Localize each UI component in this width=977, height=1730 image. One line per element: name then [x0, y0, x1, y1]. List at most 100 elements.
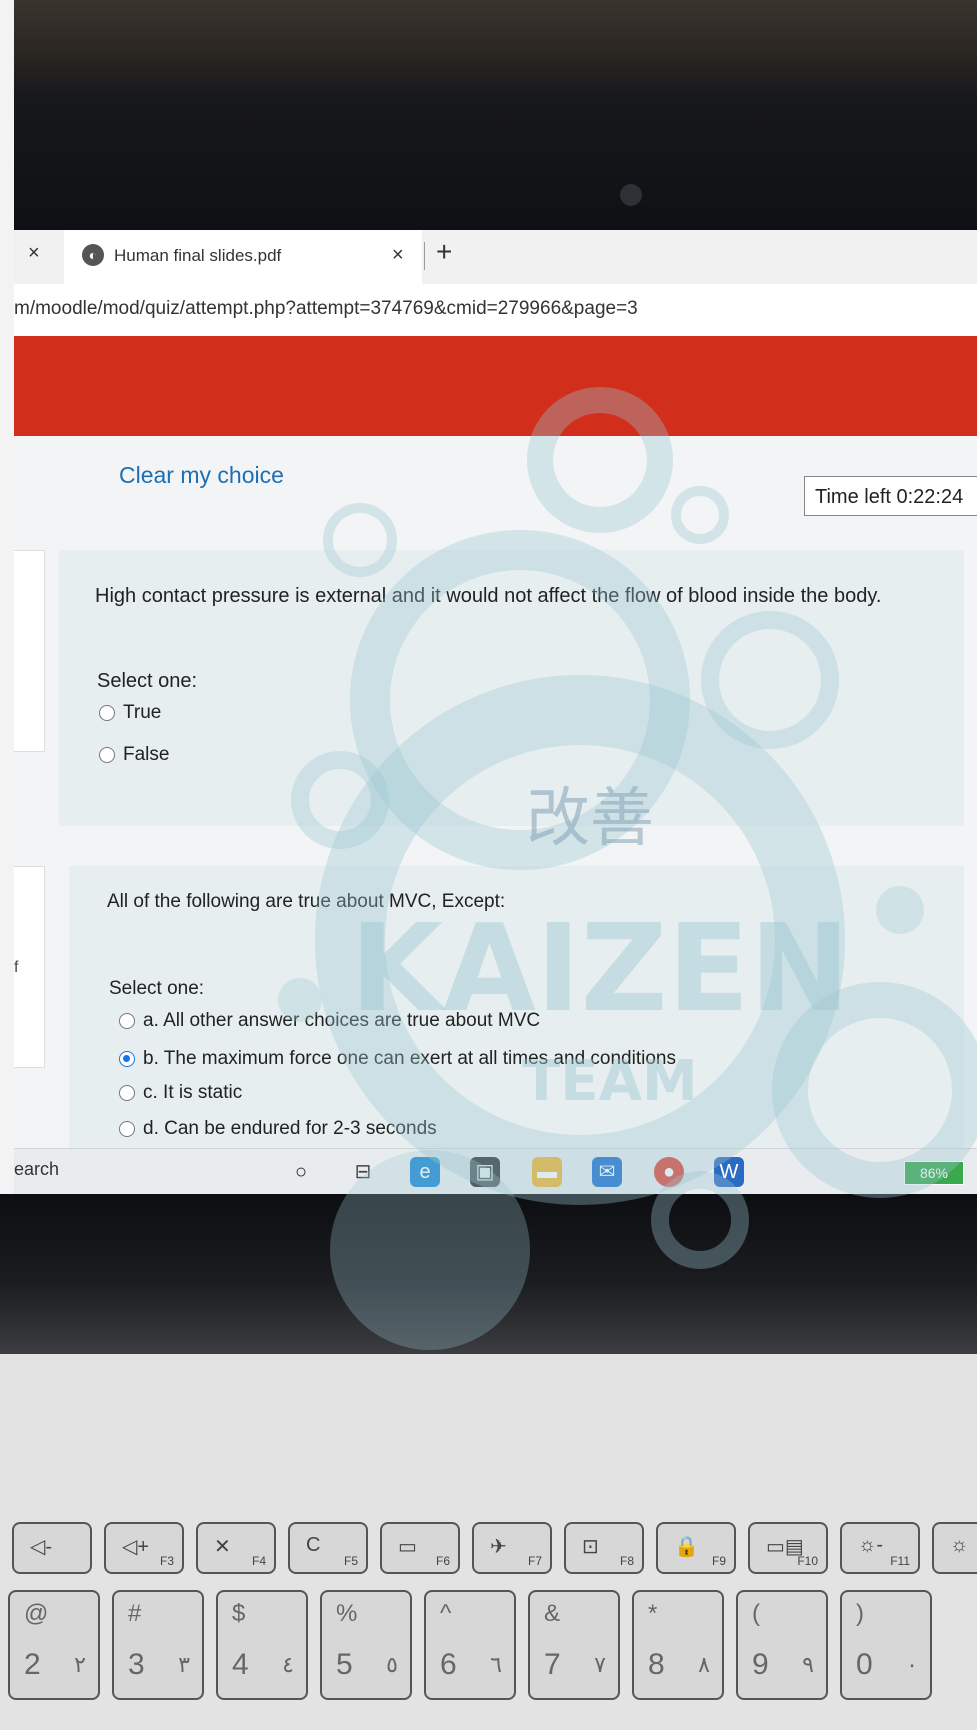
- function-key[interactable]: 🔒 F9: [656, 1522, 736, 1574]
- key-label: F7: [527, 1554, 542, 1568]
- function-key[interactable]: ⊡ F8: [564, 1522, 644, 1574]
- answer-option-b[interactable]: b. The maximum force one can exert at al…: [119, 1048, 676, 1070]
- tab-human-final-slides[interactable]: ◐ Human final slides.pdf ×: [64, 230, 422, 284]
- close-tab-icon[interactable]: ×: [392, 244, 404, 267]
- number-key[interactable]: ) 0 ٠: [840, 1590, 932, 1700]
- number-key[interactable]: % 5 ٥: [320, 1590, 412, 1700]
- key-label: 8: [648, 1648, 665, 1681]
- key-label: ٠: [906, 1652, 918, 1677]
- key-label: 0: [856, 1648, 873, 1681]
- function-key[interactable]: ✕ F4: [196, 1522, 276, 1574]
- chrome-icon[interactable]: ●: [654, 1157, 684, 1187]
- answer-option-c[interactable]: c. It is static: [119, 1082, 242, 1104]
- edge-icon[interactable]: e: [410, 1157, 440, 1187]
- windows-taskbar: earch ○ ⊟ e ▣ ▬ ✉ ● W 86%: [14, 1148, 977, 1195]
- key-label: ٦: [490, 1652, 502, 1677]
- answer-label: c. It is static: [143, 1082, 243, 1103]
- radio-button[interactable]: [99, 705, 115, 721]
- radio-button[interactable]: [99, 747, 115, 763]
- radio-button[interactable]: [119, 1121, 135, 1137]
- key-symbol: ✕: [214, 1536, 231, 1558]
- key-label: 4: [232, 1648, 249, 1681]
- key-label: 5: [336, 1648, 353, 1681]
- tab-divider: [424, 242, 425, 270]
- task-view-icon[interactable]: ⊟: [348, 1157, 378, 1187]
- browser-tab-bar: × ◐ Human final slides.pdf × +: [14, 230, 977, 284]
- key-label: &: [544, 1600, 561, 1627]
- function-key[interactable]: ◁+ F3: [104, 1522, 184, 1574]
- number-key[interactable]: ^ 6 ٦: [424, 1590, 516, 1700]
- key-label: 7: [544, 1648, 561, 1681]
- number-key[interactable]: $4 ٤: [216, 1590, 308, 1700]
- mail-icon[interactable]: ✉: [592, 1157, 622, 1187]
- function-key[interactable]: ▭▤ F10: [748, 1522, 828, 1574]
- key-label: *: [648, 1600, 658, 1627]
- key-label: ٩: [802, 1652, 814, 1677]
- key-label: #: [128, 1600, 142, 1627]
- tab-title: Human final slides.pdf: [114, 246, 282, 265]
- answer-label: d. Can be endured for 2-3 seconds: [143, 1118, 437, 1139]
- answer-label: b. The maximum force one can exert at al…: [143, 1048, 676, 1069]
- taskbar-search-box[interactable]: earch: [14, 1159, 59, 1180]
- store-icon[interactable]: ▣: [470, 1157, 500, 1187]
- question-text: All of the following are true about MVC,…: [107, 891, 506, 912]
- question-card: High contact pressure is external and it…: [59, 550, 964, 826]
- word-icon[interactable]: W: [714, 1157, 744, 1187]
- close-tab-icon[interactable]: ×: [28, 242, 40, 265]
- function-key[interactable]: C F5: [288, 1522, 368, 1574]
- laptop-top-bezel: [0, 0, 977, 245]
- key-label: 9: [752, 1648, 769, 1681]
- key-label: F6: [435, 1554, 450, 1568]
- answer-option-d[interactable]: d. Can be endured for 2-3 seconds: [119, 1118, 437, 1140]
- answer-label: False: [123, 744, 170, 765]
- key-symbol: ◁+: [122, 1536, 150, 1558]
- new-tab-button[interactable]: +: [436, 236, 452, 268]
- answer-label: a. All other answer choices are true abo…: [143, 1010, 541, 1031]
- select-one-label: Select one:: [97, 670, 198, 692]
- function-key[interactable]: ☼- F11: [840, 1522, 920, 1574]
- key-label: ٣: [178, 1652, 190, 1677]
- number-key[interactable]: @2 ٢: [8, 1590, 100, 1700]
- key-label: F3: [159, 1554, 174, 1568]
- key-label: ٢: [74, 1652, 86, 1677]
- battery-indicator[interactable]: 86%: [904, 1161, 964, 1185]
- function-key[interactable]: ▭ F6: [380, 1522, 460, 1574]
- radio-button-selected[interactable]: [119, 1051, 135, 1067]
- url-text[interactable]: m/moodle/mod/quiz/attempt.php?attempt=37…: [14, 298, 638, 320]
- select-one-label: Select one:: [109, 978, 205, 999]
- key-symbol: ▭: [398, 1536, 417, 1558]
- file-explorer-icon[interactable]: ▬: [532, 1157, 562, 1187]
- address-bar[interactable]: m/moodle/mod/quiz/attempt.php?attempt=37…: [14, 284, 977, 337]
- number-key[interactable]: * 8 ٨: [632, 1590, 724, 1700]
- number-key[interactable]: #3 ٣: [112, 1590, 204, 1700]
- key-symbol: 🔒: [674, 1536, 699, 1558]
- number-key[interactable]: & 7 ٧: [528, 1590, 620, 1700]
- key-label: F4: [251, 1554, 266, 1568]
- function-key[interactable]: ◁-: [12, 1522, 92, 1574]
- answer-option-false[interactable]: False: [99, 744, 169, 766]
- answer-label: True: [123, 702, 162, 723]
- key-label: $: [232, 1600, 246, 1627]
- answer-option-a[interactable]: a. All other answer choices are true abo…: [119, 1010, 540, 1032]
- key-label: ^: [440, 1600, 452, 1627]
- key-label: F9: [711, 1554, 726, 1568]
- key-symbol: ☼-: [858, 1534, 883, 1556]
- quiz-timer: Time left 0:22:24: [804, 476, 977, 516]
- question-info-box: f: [14, 866, 45, 1068]
- radio-button[interactable]: [119, 1085, 135, 1101]
- key-label: ٨: [698, 1652, 710, 1677]
- function-key[interactable]: ✈ F7: [472, 1522, 552, 1574]
- question-text: High contact pressure is external and it…: [95, 585, 882, 607]
- cortana-icon[interactable]: ○: [286, 1157, 316, 1187]
- laptop-bottom-bezel: [0, 1194, 977, 1354]
- key-label: @: [24, 1600, 49, 1627]
- number-key[interactable]: (9 ٩: [736, 1590, 828, 1700]
- key-label: F8: [619, 1554, 634, 1568]
- clear-my-choice-link[interactable]: Clear my choice: [119, 462, 284, 489]
- question-info-letter: f: [14, 959, 19, 976]
- answer-option-true[interactable]: True: [99, 702, 161, 724]
- function-key[interactable]: ☼: [932, 1522, 977, 1574]
- key-label: 6: [440, 1648, 457, 1681]
- radio-button[interactable]: [119, 1013, 135, 1029]
- key-symbol: ✈: [490, 1536, 507, 1558]
